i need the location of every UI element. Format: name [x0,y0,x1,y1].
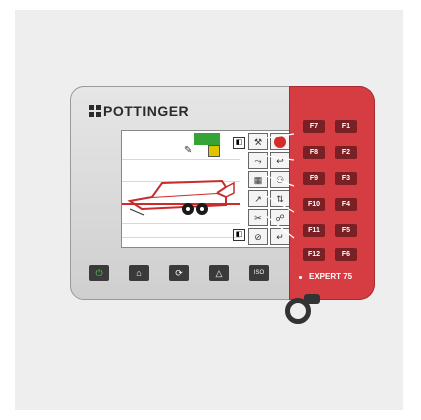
model-label: EXPERT 75 [309,272,353,281]
check-icon [208,133,220,145]
f3-key[interactable]: F3 [335,172,357,185]
f10-key[interactable]: F10 [303,198,325,211]
screen-nav-icon[interactable]: ◧ [233,229,245,241]
indicator-dot [299,276,302,279]
power-button[interactable]: ⏻ [89,265,109,281]
f9-key[interactable]: F9 [303,172,325,185]
status-indicator-green [194,133,208,145]
switch-button[interactable]: ⟳ [169,265,189,281]
wagon-graphic [122,179,240,216]
expert-75-terminal: POTTINGER ✎ ◧ ◧ ⚒ ⤳ ▦ ↗ ✂ ⊘ ↩ ⚇ ⇅ ☍ ↵ ⏻ … [70,86,375,324]
grid-line [122,237,240,238]
brand-name: POTTINGER [103,103,190,119]
f11-key[interactable]: F11 [303,224,325,237]
soft-key-lift[interactable]: ↗ [248,190,268,207]
iso-button[interactable]: ISO [249,265,269,281]
f12-key[interactable]: F12 [303,248,325,261]
power-icon: ⏻ [95,268,103,278]
f2-key[interactable]: F2 [335,146,357,159]
brand-logo: POTTINGER [89,103,189,119]
f7-key[interactable]: F7 [303,120,325,133]
iso-icon: ISO [253,270,265,276]
f1-key[interactable]: F1 [335,120,357,133]
home-icon: ⌂ [136,268,142,278]
pottinger-logo-icon [89,105,101,117]
f8-key[interactable]: F8 [303,146,325,159]
soft-key-grid[interactable]: ▦ [248,171,268,188]
key-connector-lines [266,133,295,239]
f4-key[interactable]: F4 [335,198,357,211]
switch-icon: ⟳ [175,268,183,278]
f6-key[interactable]: F6 [335,248,357,261]
soft-key-wrench[interactable]: ⚒ [248,133,268,150]
screen-nav-icon[interactable]: ◧ [233,137,245,149]
warning-button[interactable]: △ [209,265,229,281]
f5-key[interactable]: F5 [335,224,357,237]
soft-key-tool[interactable]: ⤳ [248,152,268,169]
warning-icon: △ [215,268,223,278]
cable-plug [304,294,320,304]
soft-key-cut[interactable]: ✂ [248,209,268,226]
soft-key-disable[interactable]: ⊘ [248,228,268,245]
home-button[interactable]: ⌂ [129,265,149,281]
